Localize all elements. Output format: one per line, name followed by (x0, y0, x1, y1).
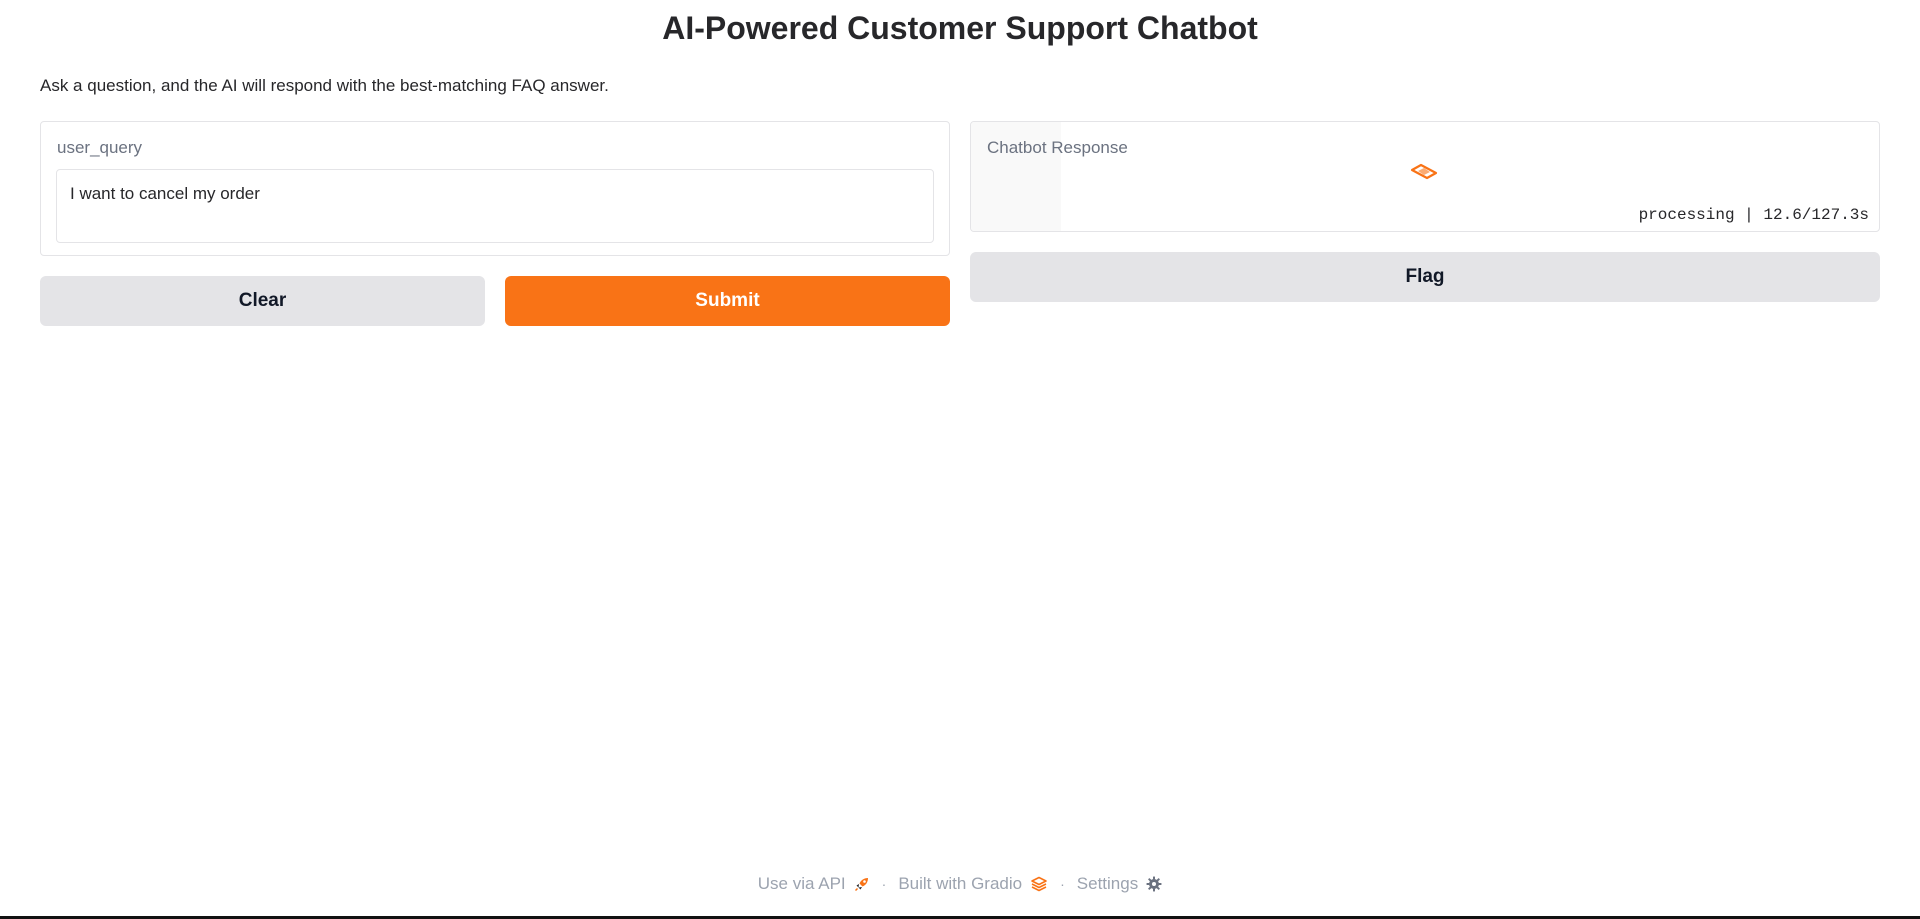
gradio-logo-icon (1031, 876, 1047, 892)
footer-separator: · (1060, 876, 1065, 892)
built-with-gradio-link[interactable]: Built with Gradio (898, 874, 1048, 894)
user-query-input[interactable]: I want to cancel my order (56, 169, 934, 243)
use-via-api-label: Use via API (757, 874, 846, 893)
settings-link[interactable]: Settings (1077, 874, 1162, 894)
chatbot-response-panel: Chatbot Response processing | 12.6/127.3… (970, 121, 1880, 232)
flag-button[interactable]: Flag (970, 252, 1880, 302)
settings-label: Settings (1076, 874, 1139, 893)
user-query-label: user_query (57, 138, 143, 157)
footer-separator: · (881, 876, 887, 892)
page-title: AI-Powered Customer Support Chatbot (662, 10, 1258, 46)
rocket-icon (854, 878, 868, 892)
footer: Use via API · Built with Gradio · Settin… (0, 874, 1920, 894)
submit-button[interactable]: Submit (505, 276, 950, 326)
gradio-loader-icon (1410, 163, 1438, 180)
use-via-api-link[interactable]: Use via API (758, 874, 870, 894)
clear-button[interactable]: Clear (40, 276, 485, 326)
processing-status: processing | 12.6/127.3s (1638, 206, 1869, 224)
built-with-gradio-label: Built with Gradio (898, 874, 1023, 893)
user-query-panel: user_query I want to cancel my order (40, 121, 950, 256)
gear-icon (1146, 876, 1162, 892)
chatbot-response-label: Chatbot Response (987, 138, 1128, 157)
page-description: Ask a question, and the AI will respond … (40, 76, 609, 95)
